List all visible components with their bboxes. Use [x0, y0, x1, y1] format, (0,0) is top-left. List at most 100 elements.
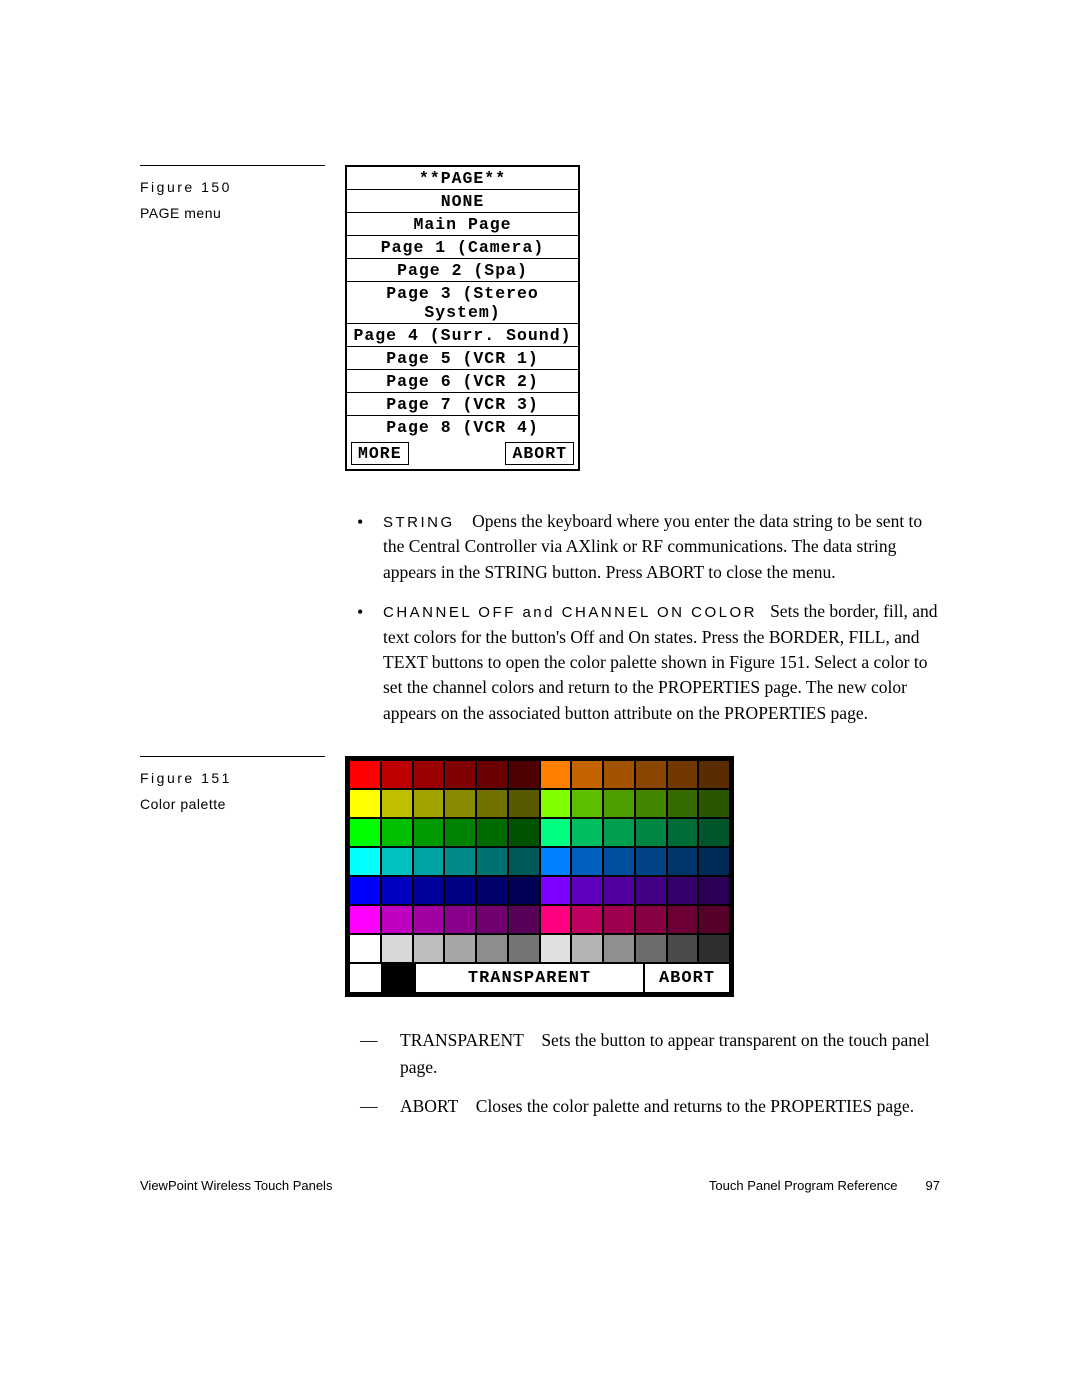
color-swatch[interactable]	[382, 790, 412, 817]
color-swatch[interactable]	[699, 848, 729, 875]
color-swatch[interactable]	[350, 848, 380, 875]
color-swatch[interactable]	[604, 935, 634, 962]
page-menu-item[interactable]: Page 8 (VCR 4)	[347, 416, 578, 438]
color-swatch[interactable]	[509, 877, 539, 904]
color-swatch[interactable]	[382, 877, 412, 904]
color-swatch[interactable]	[445, 848, 475, 875]
color-swatch[interactable]	[541, 906, 571, 933]
color-swatch[interactable]	[477, 848, 507, 875]
color-swatch[interactable]	[382, 935, 412, 962]
color-swatch[interactable]	[350, 790, 380, 817]
color-swatch[interactable]	[604, 848, 634, 875]
color-swatch[interactable]	[604, 761, 634, 788]
color-swatch[interactable]	[445, 935, 475, 962]
page-menu-item[interactable]: NONE	[347, 190, 578, 213]
color-swatch[interactable]	[509, 790, 539, 817]
color-swatch[interactable]	[572, 906, 602, 933]
color-swatch[interactable]	[604, 790, 634, 817]
color-swatch[interactable]	[477, 790, 507, 817]
color-swatch[interactable]	[699, 819, 729, 846]
color-swatch[interactable]	[477, 761, 507, 788]
color-swatch[interactable]	[604, 877, 634, 904]
color-swatch[interactable]	[541, 819, 571, 846]
color-swatch[interactable]	[382, 848, 412, 875]
page-menu-item[interactable]: Page 5 (VCR 1)	[347, 347, 578, 370]
color-swatch[interactable]	[572, 877, 602, 904]
color-swatch[interactable]	[541, 877, 571, 904]
color-swatch[interactable]	[477, 819, 507, 846]
color-swatch[interactable]	[382, 906, 412, 933]
page-menu-item[interactable]: Page 3 (Stereo System)	[347, 282, 578, 324]
color-swatch[interactable]	[382, 819, 412, 846]
color-swatch[interactable]	[541, 848, 571, 875]
color-swatch[interactable]	[699, 877, 729, 904]
color-swatch[interactable]	[541, 790, 571, 817]
color-swatch[interactable]	[636, 906, 666, 933]
color-swatch[interactable]	[636, 761, 666, 788]
color-swatch[interactable]	[541, 761, 571, 788]
color-swatch[interactable]	[668, 819, 698, 846]
page-menu-item[interactable]: Page 6 (VCR 2)	[347, 370, 578, 393]
color-swatch[interactable]	[668, 790, 698, 817]
color-swatch[interactable]	[572, 935, 602, 962]
color-swatch[interactable]	[668, 761, 698, 788]
color-swatch[interactable]	[414, 935, 444, 962]
color-swatch[interactable]	[382, 761, 412, 788]
color-swatch[interactable]	[668, 848, 698, 875]
color-swatch[interactable]	[668, 877, 698, 904]
color-swatch[interactable]	[445, 761, 475, 788]
color-swatch[interactable]	[414, 819, 444, 846]
color-swatch[interactable]	[509, 848, 539, 875]
color-swatch[interactable]	[699, 935, 729, 962]
color-swatch[interactable]	[668, 935, 698, 962]
color-swatch[interactable]	[350, 906, 380, 933]
color-swatch[interactable]	[445, 906, 475, 933]
more-button[interactable]: MORE	[351, 442, 409, 465]
color-swatch[interactable]	[383, 964, 414, 992]
palette-abort-button[interactable]: ABORT	[645, 964, 729, 992]
color-swatch[interactable]	[572, 819, 602, 846]
page-menu-item[interactable]: Page 2 (Spa)	[347, 259, 578, 282]
color-swatch[interactable]	[477, 906, 507, 933]
color-swatch[interactable]	[350, 877, 380, 904]
color-swatch[interactable]	[414, 848, 444, 875]
color-swatch[interactable]	[445, 819, 475, 846]
color-swatch[interactable]	[350, 935, 380, 962]
color-swatch[interactable]	[604, 819, 634, 846]
color-swatch[interactable]	[350, 964, 381, 992]
color-swatch[interactable]	[414, 877, 444, 904]
color-swatch[interactable]	[509, 935, 539, 962]
color-swatch[interactable]	[636, 819, 666, 846]
color-swatch[interactable]	[699, 761, 729, 788]
color-swatch[interactable]	[541, 935, 571, 962]
color-swatch[interactable]	[572, 761, 602, 788]
color-swatch[interactable]	[414, 790, 444, 817]
color-swatch[interactable]	[509, 761, 539, 788]
color-swatch[interactable]	[572, 848, 602, 875]
color-swatch[interactable]	[414, 761, 444, 788]
color-swatch[interactable]	[636, 790, 666, 817]
page-menu-item[interactable]: Page 7 (VCR 3)	[347, 393, 578, 416]
page-menu-item[interactable]: Page 4 (Surr. Sound)	[347, 324, 578, 347]
color-swatch[interactable]	[699, 790, 729, 817]
color-swatch[interactable]	[572, 790, 602, 817]
color-swatch[interactable]	[699, 906, 729, 933]
color-swatch[interactable]	[477, 935, 507, 962]
color-swatch[interactable]	[414, 906, 444, 933]
color-swatch[interactable]	[350, 819, 380, 846]
abort-button[interactable]: ABORT	[505, 442, 574, 465]
color-swatch[interactable]	[477, 877, 507, 904]
color-swatch[interactable]	[350, 761, 380, 788]
page-menu-item[interactable]: Main Page	[347, 213, 578, 236]
transparent-button[interactable]: TRANSPARENT	[416, 964, 643, 992]
color-swatch[interactable]	[604, 906, 634, 933]
color-swatch[interactable]	[636, 877, 666, 904]
color-swatch[interactable]	[445, 877, 475, 904]
color-swatch[interactable]	[668, 906, 698, 933]
color-swatch[interactable]	[636, 848, 666, 875]
color-swatch[interactable]	[509, 906, 539, 933]
color-swatch[interactable]	[509, 819, 539, 846]
color-swatch[interactable]	[636, 935, 666, 962]
color-swatch[interactable]	[445, 790, 475, 817]
page-menu-item[interactable]: Page 1 (Camera)	[347, 236, 578, 259]
